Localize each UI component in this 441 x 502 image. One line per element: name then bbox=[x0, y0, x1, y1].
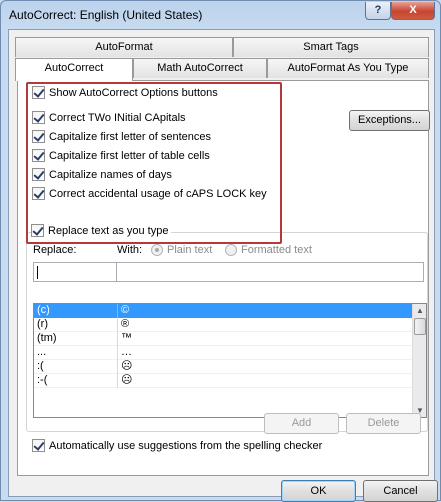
entry-with: © bbox=[121, 304, 130, 316]
exceptions-button-label: Exceptions... bbox=[358, 114, 421, 126]
show-autocorrect-options-label: Show AutoCorrect Options buttons bbox=[49, 86, 218, 99]
entry-replace: ... bbox=[37, 346, 47, 358]
entry-with: ☹ bbox=[121, 360, 133, 372]
with-input[interactable] bbox=[116, 262, 424, 282]
show-autocorrect-options-checkbox[interactable]: Show AutoCorrect Options buttons bbox=[32, 86, 218, 99]
checkbox-checked-icon bbox=[32, 168, 45, 181]
entry-replace: (r) bbox=[37, 318, 48, 330]
tab-smart-tags-label: Smart Tags bbox=[303, 41, 359, 53]
entry-with: ☹ bbox=[121, 374, 133, 386]
table-row[interactable]: ... … bbox=[34, 346, 426, 360]
delete-button[interactable]: Delete bbox=[346, 413, 421, 434]
table-row[interactable]: (c) © bbox=[34, 304, 426, 318]
column-divider bbox=[117, 332, 118, 346]
column-divider bbox=[117, 374, 118, 388]
table-row[interactable]: :-( ☹ bbox=[34, 374, 426, 388]
close-button[interactable]: X bbox=[391, 2, 435, 20]
replace-text-as-you-type-label: Replace text as you type bbox=[48, 224, 169, 237]
formatted-text-label: Formatted text bbox=[241, 244, 312, 256]
correct-two-initial-capitals-checkbox[interactable]: Correct TWo INitial CApitals bbox=[32, 111, 186, 124]
entry-with: … bbox=[121, 346, 132, 358]
autocorrect-dialog: AutoCorrect: English (United States) ? X… bbox=[0, 0, 441, 502]
entry-with: ® bbox=[121, 318, 130, 330]
table-row[interactable]: (tm) ™ bbox=[34, 332, 426, 346]
column-divider bbox=[117, 318, 118, 332]
capitalize-first-letter-sentences-checkbox[interactable]: Capitalize first letter of sentences bbox=[32, 130, 211, 143]
checkbox-checked-icon bbox=[32, 149, 45, 162]
entry-replace: (c) bbox=[37, 304, 50, 316]
entry-replace: :-( bbox=[37, 374, 48, 386]
checkbox-checked-icon bbox=[32, 130, 45, 143]
column-divider bbox=[117, 346, 118, 360]
tab-autoformat-as-you-type-label: AutoFormat As You Type bbox=[287, 62, 409, 74]
help-button[interactable]: ? bbox=[365, 2, 391, 20]
tab-autocorrect-label: AutoCorrect bbox=[44, 62, 104, 74]
add-button-label: Add bbox=[291, 417, 312, 429]
checkbox-checked-icon bbox=[32, 86, 45, 99]
checkbox-checked-icon bbox=[31, 224, 44, 237]
help-icon: ? bbox=[374, 4, 382, 16]
column-divider bbox=[117, 304, 118, 318]
scroll-up-icon[interactable]: ▲ bbox=[414, 304, 426, 317]
correct-caps-lock-label: Correct accidental usage of cAPS LOCK ke… bbox=[49, 187, 267, 200]
ok-button-label: OK bbox=[310, 485, 327, 497]
checkbox-checked-icon bbox=[32, 187, 45, 200]
capitalize-names-of-days-label: Capitalize names of days bbox=[49, 168, 172, 181]
capitalize-first-letter-sentences-label: Capitalize first letter of sentences bbox=[49, 130, 212, 143]
tab-smart-tags[interactable]: Smart Tags bbox=[233, 37, 429, 57]
radio-selected-icon bbox=[151, 244, 163, 256]
dialog-client-area: AutoFormat Smart Tags AutoCorrect Math A… bbox=[8, 29, 438, 502]
checkbox-checked-icon bbox=[32, 111, 45, 124]
replace-label: Replace: bbox=[33, 244, 77, 256]
spelling-suggestions-checkbox[interactable]: Automatically use suggestions from the s… bbox=[32, 439, 322, 452]
column-divider bbox=[117, 360, 118, 374]
tab-math-autocorrect[interactable]: Math AutoCorrect bbox=[133, 58, 267, 78]
title-bar[interactable]: AutoCorrect: English (United States) ? X bbox=[1, 1, 440, 28]
with-label: With: bbox=[117, 244, 143, 256]
replace-input[interactable] bbox=[33, 262, 117, 282]
capitalize-names-of-days-checkbox[interactable]: Capitalize names of days bbox=[32, 168, 172, 181]
window-title: AutoCorrect: English (United States) bbox=[9, 8, 203, 22]
autocorrect-entries-list[interactable]: (c) © (r) ® (tm) ™ ... … :(☹:-(☹ ▲ ▼ bbox=[33, 303, 427, 418]
tab-autocorrect[interactable]: AutoCorrect bbox=[15, 58, 133, 81]
correct-caps-lock-checkbox[interactable]: Correct accidental usage of cAPS LOCK ke… bbox=[32, 187, 267, 200]
spelling-suggestions-label: Automatically use suggestions from the s… bbox=[49, 439, 323, 452]
exceptions-button[interactable]: Exceptions... bbox=[349, 110, 430, 131]
cancel-button-label: Cancel bbox=[383, 485, 418, 497]
tab-autoformat[interactable]: AutoFormat bbox=[15, 37, 233, 57]
tab-autoformat-as-you-type[interactable]: AutoFormat As You Type bbox=[267, 58, 429, 78]
close-icon: X bbox=[409, 4, 417, 16]
replace-text-as-you-type-checkbox[interactable]: Replace text as you type bbox=[31, 224, 172, 237]
capitalize-first-letter-table-cells-label: Capitalize first letter of table cells bbox=[49, 149, 210, 162]
highlight-box bbox=[26, 82, 282, 244]
cancel-button[interactable]: Cancel bbox=[363, 480, 438, 502]
delete-button-label: Delete bbox=[367, 417, 400, 429]
ok-button[interactable]: OK bbox=[281, 480, 356, 502]
tab-math-autocorrect-label: Math AutoCorrect bbox=[157, 62, 243, 74]
scrollbar-thumb[interactable] bbox=[414, 318, 426, 335]
radio-unselected-icon bbox=[225, 244, 237, 256]
table-row[interactable]: (r) ® bbox=[34, 318, 426, 332]
entry-with: ™ bbox=[121, 332, 132, 344]
plain-text-radio[interactable]: Plain text bbox=[151, 244, 212, 256]
text-caret bbox=[37, 266, 38, 279]
plain-text-label: Plain text bbox=[167, 244, 213, 256]
formatted-text-radio[interactable]: Formatted text bbox=[225, 244, 312, 256]
checkbox-checked-icon bbox=[32, 439, 45, 452]
correct-two-initial-capitals-label: Correct TWo INitial CApitals bbox=[49, 111, 186, 124]
tab-autoformat-label: AutoFormat bbox=[95, 41, 153, 53]
list-scrollbar[interactable]: ▲ ▼ bbox=[412, 304, 426, 417]
entry-replace: :( bbox=[37, 360, 44, 372]
add-button[interactable]: Add bbox=[264, 413, 339, 434]
entry-replace: (tm) bbox=[37, 332, 57, 344]
table-row[interactable]: :( ☹ bbox=[34, 360, 426, 374]
capitalize-first-letter-table-cells-checkbox[interactable]: Capitalize first letter of table cells bbox=[32, 149, 210, 162]
